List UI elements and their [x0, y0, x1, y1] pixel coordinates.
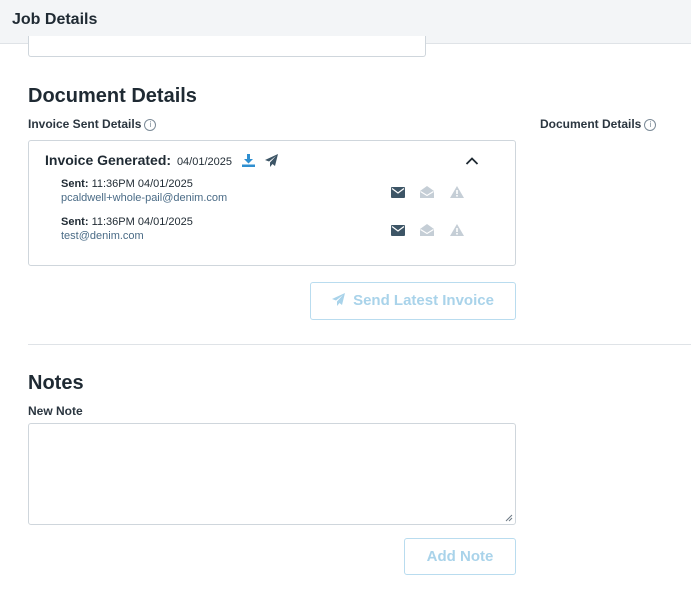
- sent-email: test@denim.com: [61, 230, 144, 242]
- sent-time: 11:36PM 04/01/2025: [91, 178, 193, 190]
- send-icon[interactable]: [264, 154, 278, 170]
- delivery-status-icons: [391, 223, 475, 241]
- invoice-generated-label: Invoice Generated:: [45, 152, 172, 168]
- add-note-button[interactable]: Add Note: [404, 538, 516, 575]
- send-latest-invoice-button[interactable]: Send Latest Invoice: [310, 282, 516, 320]
- sent-time: 11:36PM 04/01/2025: [91, 216, 193, 228]
- send-latest-invoice-label: Send Latest Invoice: [353, 292, 494, 309]
- invoice-sent-details-label: Invoice Sent Details i: [28, 117, 157, 131]
- sent-email: pcaldwell+whole-pail@denim.com: [61, 192, 228, 204]
- info-icon[interactable]: i: [144, 119, 157, 131]
- sent-label: Sent:: [61, 178, 89, 190]
- envelope-open-icon: [420, 185, 435, 203]
- info-icon[interactable]: i: [644, 119, 657, 131]
- download-icon[interactable]: [241, 154, 255, 170]
- document-details-label: Document Details i: [540, 117, 657, 131]
- previous-field-box[interactable]: [28, 36, 426, 57]
- delivery-status-icons: [391, 185, 475, 203]
- resize-handle-icon[interactable]: [505, 514, 513, 522]
- page-title: Job Details: [12, 11, 98, 28]
- section-divider: [28, 344, 691, 345]
- envelope-icon: [391, 223, 405, 241]
- invoice-sent-details-text: Invoice Sent Details: [28, 117, 142, 131]
- send-icon: [332, 293, 346, 306]
- document-details-text: Document Details: [540, 117, 642, 131]
- invoice-card: Invoice Generated: 04/01/2025 Sent: 11:3…: [28, 140, 516, 266]
- notes-heading: Notes: [28, 372, 84, 394]
- invoice-generated-header: Invoice Generated: 04/01/2025: [45, 152, 278, 170]
- document-details-heading: Document Details: [28, 85, 197, 107]
- warning-icon: [449, 223, 464, 241]
- sent-row: Sent: 11:36PM 04/01/2025 test@denim.com: [61, 216, 193, 242]
- sent-row: Sent: 11:36PM 04/01/2025 pcaldwell+whole…: [61, 178, 227, 204]
- warning-icon: [449, 185, 464, 203]
- chevron-up-icon[interactable]: [465, 153, 479, 171]
- envelope-open-icon: [420, 223, 435, 241]
- envelope-icon: [391, 185, 405, 203]
- new-note-textarea[interactable]: [28, 423, 516, 525]
- invoice-generated-date: 04/01/2025: [176, 156, 232, 168]
- sent-label: Sent:: [61, 216, 89, 228]
- new-note-label: New Note: [28, 404, 83, 418]
